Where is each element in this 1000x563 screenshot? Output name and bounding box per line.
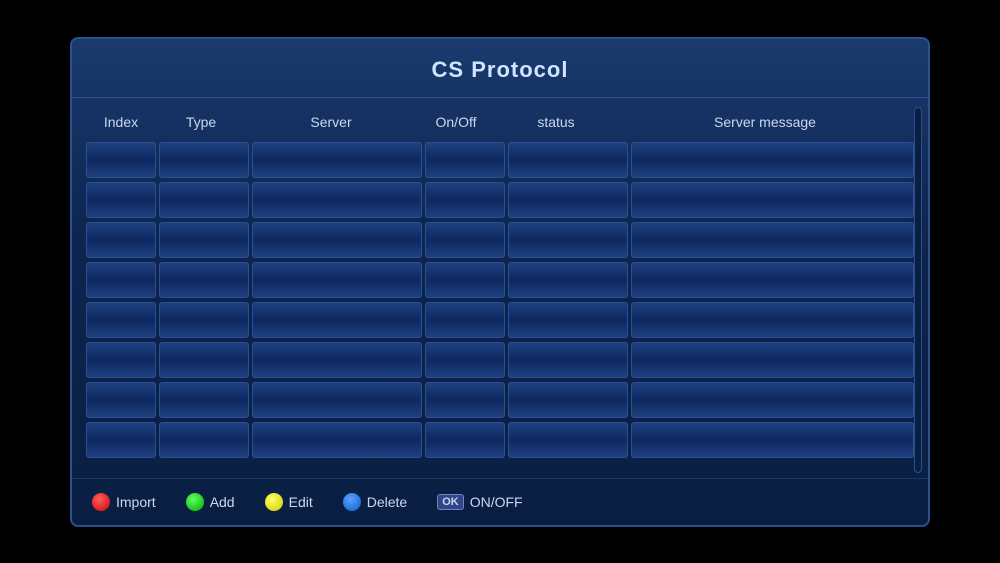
onoff-label: ON/OFF	[470, 494, 523, 510]
cell-index	[86, 142, 156, 178]
table-row[interactable]	[86, 382, 914, 418]
cs-protocol-panel: CS Protocol Index Type Server On/Off sta…	[70, 37, 930, 527]
cell-server	[252, 262, 422, 298]
cell-server	[252, 302, 422, 338]
table-row[interactable]	[86, 342, 914, 378]
cell-server	[252, 382, 422, 418]
cell-message	[631, 262, 914, 298]
import-button[interactable]: Import	[92, 493, 156, 511]
yellow-dot-icon	[265, 493, 283, 511]
table-area: Index Type Server On/Off status Server m…	[72, 98, 928, 478]
panel-title: CS Protocol	[72, 39, 928, 98]
add-button[interactable]: Add	[186, 493, 235, 511]
cell-onoff	[425, 182, 505, 218]
import-label: Import	[116, 494, 156, 510]
cell-index	[86, 302, 156, 338]
col-type: Type	[156, 110, 246, 134]
delete-label: Delete	[367, 494, 407, 510]
green-dot-icon	[186, 493, 204, 511]
cell-message	[631, 222, 914, 258]
table-header: Index Type Server On/Off status Server m…	[86, 106, 914, 138]
col-server-message: Server message	[616, 110, 914, 134]
cell-server	[252, 342, 422, 378]
table-row[interactable]	[86, 422, 914, 458]
cell-message	[631, 342, 914, 378]
cell-onoff	[425, 342, 505, 378]
cell-message	[631, 302, 914, 338]
cell-index	[86, 222, 156, 258]
cell-index	[86, 182, 156, 218]
blue-dot-icon	[343, 493, 361, 511]
cell-server	[252, 142, 422, 178]
ok-badge: OK	[437, 494, 464, 510]
red-dot-icon	[92, 493, 110, 511]
cell-index	[86, 382, 156, 418]
table-row[interactable]	[86, 142, 914, 178]
table-row[interactable]	[86, 302, 914, 338]
cell-onoff	[425, 422, 505, 458]
cell-status	[508, 302, 628, 338]
cell-onoff	[425, 142, 505, 178]
col-status: status	[496, 110, 616, 134]
table-row[interactable]	[86, 222, 914, 258]
cell-message	[631, 422, 914, 458]
cell-type	[159, 262, 249, 298]
cell-server	[252, 422, 422, 458]
cell-server	[252, 222, 422, 258]
add-label: Add	[210, 494, 235, 510]
cell-type	[159, 302, 249, 338]
table-row[interactable]	[86, 182, 914, 218]
cell-status	[508, 142, 628, 178]
cell-status	[508, 342, 628, 378]
cell-type	[159, 422, 249, 458]
edit-label: Edit	[289, 494, 313, 510]
cell-onoff	[425, 262, 505, 298]
cell-index	[86, 422, 156, 458]
cell-type	[159, 342, 249, 378]
cell-onoff	[425, 302, 505, 338]
col-index: Index	[86, 110, 156, 134]
cell-message	[631, 142, 914, 178]
delete-button[interactable]: Delete	[343, 493, 407, 511]
cell-message	[631, 382, 914, 418]
cell-status	[508, 382, 628, 418]
table-row[interactable]	[86, 262, 914, 298]
edit-button[interactable]: Edit	[265, 493, 313, 511]
cell-type	[159, 222, 249, 258]
cell-onoff	[425, 382, 505, 418]
table-body	[86, 142, 914, 474]
cell-status	[508, 182, 628, 218]
scrollbar[interactable]	[914, 107, 922, 473]
cell-status	[508, 262, 628, 298]
footer: Import Add Edit Delete OK ON/OFF	[72, 478, 928, 525]
cell-index	[86, 262, 156, 298]
cell-type	[159, 382, 249, 418]
cell-status	[508, 222, 628, 258]
cell-server	[252, 182, 422, 218]
cell-status	[508, 422, 628, 458]
cell-type	[159, 142, 249, 178]
onoff-button[interactable]: OK ON/OFF	[437, 494, 522, 510]
cell-index	[86, 342, 156, 378]
col-server: Server	[246, 110, 416, 134]
cell-onoff	[425, 222, 505, 258]
cell-message	[631, 182, 914, 218]
cell-type	[159, 182, 249, 218]
col-onoff: On/Off	[416, 110, 496, 134]
